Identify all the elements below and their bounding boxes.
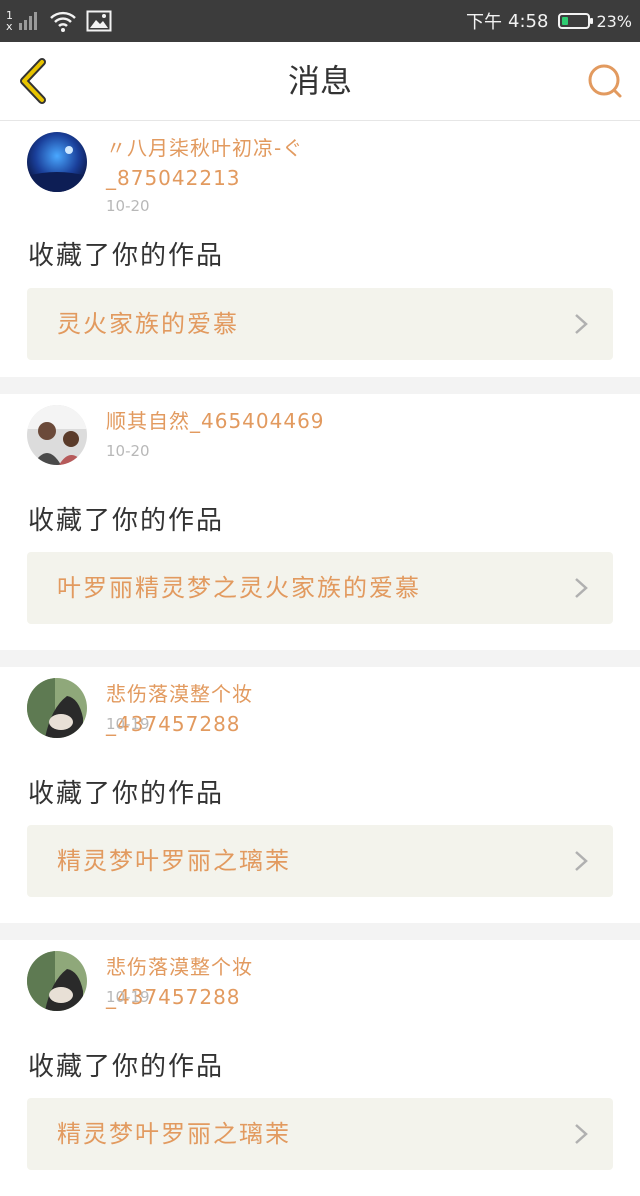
message-date: 10-20 <box>106 197 150 215</box>
battery-percent: 23% <box>596 11 632 31</box>
chevron-right-icon <box>575 314 588 334</box>
divider <box>0 650 640 667</box>
work-card[interactable]: 精灵梦叶罗丽之璃茉 <box>27 825 613 897</box>
message-date: 10-20 <box>106 442 150 460</box>
avatar[interactable] <box>27 951 87 1011</box>
chevron-right-icon <box>575 851 588 871</box>
app-header: 消息 <box>0 42 640 121</box>
message-list: 〃八月柒秋叶初凉-ぐ_875042213 10-20 收藏了你的作品 灵火家族的… <box>0 121 640 1196</box>
gallery-icon <box>86 10 112 32</box>
work-title: 灵火家族的爱慕 <box>57 310 239 338</box>
action-text: 收藏了你的作品 <box>28 779 225 809</box>
username[interactable]: 〃八月柒秋叶初凉-ぐ_875042213 <box>106 133 366 193</box>
time-prefix: 下午 <box>466 12 503 33</box>
sim-indicator: 1 x <box>6 10 16 32</box>
divider <box>0 923 640 940</box>
action-text: 收藏了你的作品 <box>28 241 225 271</box>
status-right: 下午 4:58 23% <box>466 6 632 36</box>
message-item: 悲伤落漠整个妆_437457288 10-19 收藏了你的作品 精灵梦叶罗丽之璃… <box>0 667 640 923</box>
avatar[interactable] <box>27 132 87 192</box>
message-date: 10-19 <box>106 988 150 1006</box>
message-item: 悲伤落漠整个妆_437457288 10-19 收藏了你的作品 精灵梦叶罗丽之璃… <box>0 940 640 1196</box>
work-card[interactable]: 灵火家族的爱慕 <box>27 288 613 360</box>
wifi-icon <box>50 11 76 32</box>
username[interactable]: 顺其自然_465404469 <box>106 406 366 436</box>
status-left: 1 x <box>6 6 112 36</box>
avatar[interactable] <box>27 678 87 738</box>
chevron-left-icon <box>20 58 46 104</box>
status-bar: 1 x 下午 4:58 23% <box>0 0 640 42</box>
back-button[interactable] <box>14 56 54 106</box>
sim-status: x <box>6 20 13 33</box>
action-text: 收藏了你的作品 <box>28 506 225 536</box>
chevron-right-icon <box>575 578 588 598</box>
search-button[interactable] <box>586 62 626 102</box>
battery-icon <box>558 13 594 29</box>
avatar[interactable] <box>27 405 87 465</box>
work-title: 精灵梦叶罗丽之璃茉 <box>57 1120 291 1148</box>
divider <box>0 377 640 394</box>
message-item: 〃八月柒秋叶初凉-ぐ_875042213 10-20 收藏了你的作品 灵火家族的… <box>0 121 640 377</box>
message-date: 10-19 <box>106 715 150 733</box>
page-title: 消息 <box>287 62 352 100</box>
work-title: 叶罗丽精灵梦之灵火家族的爱慕 <box>57 574 421 602</box>
work-card[interactable]: 精灵梦叶罗丽之璃茉 <box>27 1098 613 1170</box>
signal-icon <box>19 12 37 30</box>
work-title: 精灵梦叶罗丽之璃茉 <box>57 847 291 875</box>
search-icon <box>588 64 622 98</box>
chevron-right-icon <box>575 1124 588 1144</box>
message-item: 顺其自然_465404469 10-20 收藏了你的作品 叶罗丽精灵梦之灵火家族… <box>0 394 640 650</box>
clock: 4:58 <box>508 10 549 32</box>
action-text: 收藏了你的作品 <box>28 1052 225 1082</box>
work-card[interactable]: 叶罗丽精灵梦之灵火家族的爱慕 <box>27 552 613 624</box>
